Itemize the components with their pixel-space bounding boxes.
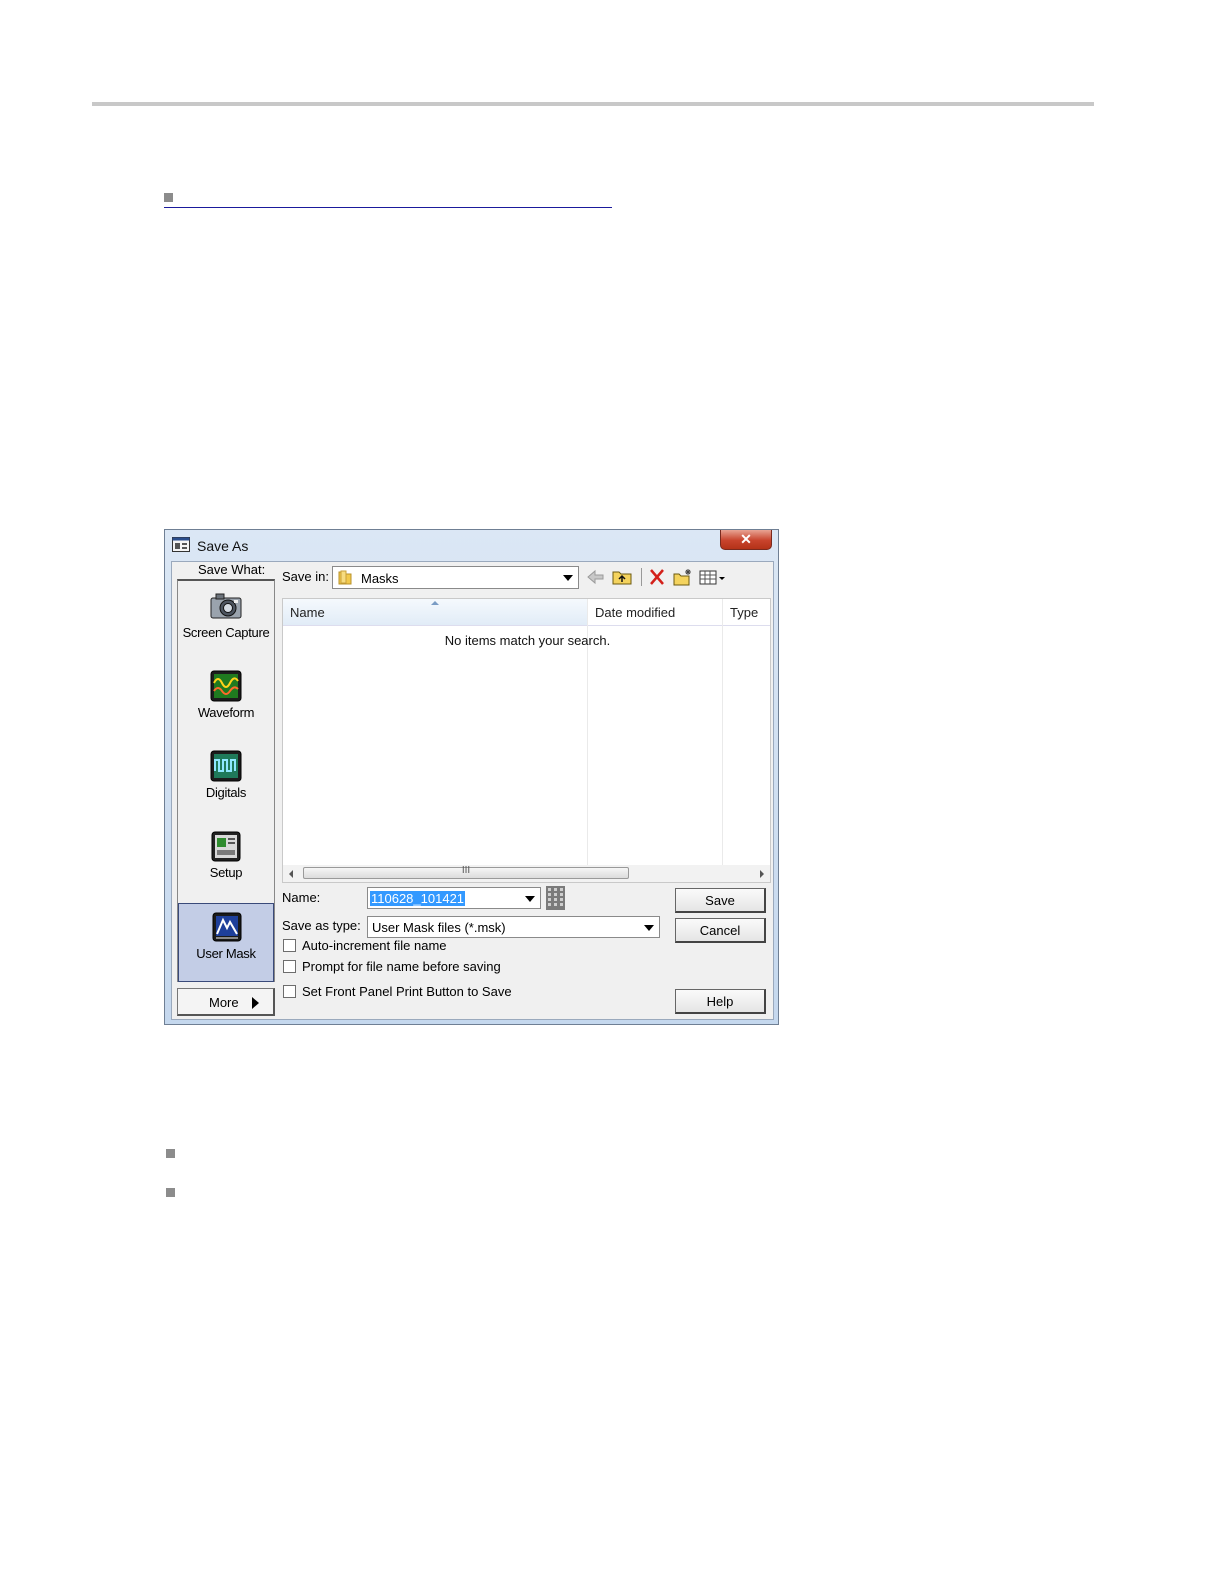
column-label: Type — [730, 605, 759, 620]
back-arrow-icon[interactable] — [585, 567, 607, 587]
save-in-dropdown[interactable]: Masks — [332, 566, 579, 589]
setup-icon — [211, 831, 241, 862]
print-button-checkbox[interactable] — [283, 985, 296, 998]
grip-icon: III — [461, 865, 471, 876]
category-label: Waveform — [197, 705, 255, 720]
save-as-type-dropdown[interactable]: User Mask files (*.msk) — [367, 916, 660, 938]
category-screen-capture[interactable]: Screen Capture — [178, 583, 274, 661]
option-label: Set Front Panel Print Button to Save — [302, 984, 512, 999]
more-label: More — [209, 995, 239, 1010]
chevron-right-icon — [252, 997, 259, 1009]
more-button[interactable]: More — [177, 988, 275, 1016]
file-list[interactable]: Name Date modified Type No items match y… — [282, 598, 771, 883]
horizontal-scrollbar[interactable]: III — [283, 865, 770, 882]
category-list: Screen Capture Waveform Digitals Setup U… — [177, 579, 275, 982]
save-what-panel: Screen Capture Waveform Digitals Setup U… — [177, 579, 275, 1016]
file-name-value[interactable]: 110628_101421 — [370, 891, 466, 906]
auto-increment-checkbox[interactable] — [283, 939, 296, 952]
up-folder-icon[interactable] — [611, 567, 633, 587]
delete-icon[interactable] — [646, 567, 668, 587]
prompt-file-name-checkbox[interactable] — [283, 960, 296, 973]
column-header-type[interactable]: Type — [723, 599, 770, 626]
save-button[interactable]: Save — [675, 888, 766, 913]
scroll-thumb[interactable]: III — [303, 865, 629, 879]
save-in-label: Save in: — [282, 569, 329, 584]
scroll-right-icon[interactable] — [760, 870, 764, 878]
camera-icon — [210, 593, 242, 619]
save-as-type-label: Save as type: — [282, 918, 361, 933]
save-in-value: Masks — [361, 571, 399, 586]
save-what-label: Save What: — [198, 562, 266, 577]
waveform-icon — [210, 670, 242, 702]
sort-ascending-icon — [431, 601, 439, 605]
toolbar-separator — [641, 568, 642, 586]
close-button[interactable]: ✕ — [720, 530, 772, 550]
save-button-label: Save — [705, 893, 735, 908]
folder-icon — [338, 570, 352, 585]
column-header-date-modified[interactable]: Date modified — [588, 599, 722, 626]
help-button[interactable]: Help — [675, 989, 766, 1014]
empty-list-message: No items match your search. — [444, 633, 611, 648]
close-icon: ✕ — [740, 531, 752, 547]
user-mask-icon — [212, 912, 242, 942]
title-bar[interactable]: Save As ✕ — [165, 530, 778, 560]
column-label: Name — [290, 605, 325, 620]
cancel-button[interactable]: Cancel — [675, 918, 766, 943]
header-rule — [92, 102, 1094, 106]
view-menu-icon[interactable] — [698, 567, 728, 587]
cancel-button-label: Cancel — [699, 923, 741, 938]
scroll-left-icon[interactable] — [289, 870, 293, 878]
help-button-label: Help — [706, 994, 734, 1009]
chevron-down-icon[interactable] — [559, 569, 576, 586]
app-window-icon — [172, 537, 190, 552]
bullet-marker — [164, 193, 173, 202]
chevron-down-icon[interactable] — [640, 919, 657, 936]
category-label: Digitals — [205, 785, 247, 800]
category-digitals[interactable]: Digitals — [178, 743, 274, 821]
category-waveform[interactable]: Waveform — [178, 663, 274, 741]
category-label: User Mask — [196, 946, 256, 961]
save-as-dialog: Save As ✕ Save What: Screen Capture Wave… — [164, 529, 779, 1025]
category-setup[interactable]: Setup — [178, 823, 274, 901]
category-label: Setup — [209, 865, 243, 880]
chevron-down-icon[interactable] — [521, 890, 538, 907]
category-user-mask[interactable]: User Mask — [178, 903, 274, 982]
option-label: Auto-increment file name — [302, 938, 447, 953]
digitals-icon — [210, 750, 242, 782]
option-label: Prompt for file name before saving — [302, 959, 501, 974]
keypad-icon[interactable] — [546, 886, 565, 910]
column-label: Date modified — [595, 605, 676, 620]
bullet-marker — [166, 1149, 175, 1158]
name-label: Name: — [282, 890, 321, 905]
save-as-type-value: User Mask files (*.msk) — [372, 920, 506, 935]
dialog-title: Save As — [197, 538, 249, 554]
new-folder-icon[interactable] — [672, 567, 694, 587]
column-header-name[interactable]: Name — [283, 599, 587, 626]
bullet-marker — [166, 1188, 175, 1197]
category-label: Screen Capture — [182, 625, 270, 640]
dialog-body: Save What: Screen Capture Waveform Digit… — [171, 561, 774, 1020]
link-underline[interactable] — [164, 207, 612, 208]
file-name-input[interactable]: 110628_101421 — [367, 887, 541, 909]
